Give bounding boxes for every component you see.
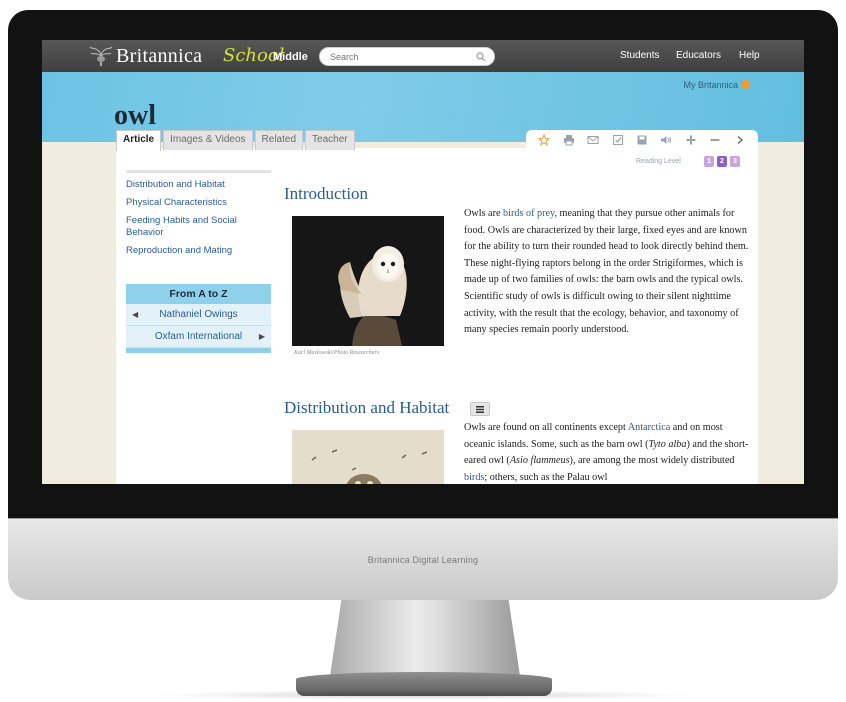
distribution-text-1: Owls are found on all continents except bbox=[464, 422, 626, 433]
section-toggle-button[interactable] bbox=[470, 402, 490, 416]
link-birds-of-prey[interactable]: birds of prey bbox=[503, 208, 554, 219]
level-label: Middle bbox=[273, 51, 308, 63]
chin-label: Britannica Digital Learning bbox=[367, 555, 479, 565]
star-icon[interactable] bbox=[537, 133, 551, 147]
my-britannica-icon bbox=[741, 80, 750, 89]
introduction-paragraph: Owls are birds of prey, meaning that the… bbox=[464, 206, 752, 339]
species-name-tyto: Tyto alba bbox=[648, 438, 687, 450]
my-britannica-label: My Britannica bbox=[683, 80, 738, 90]
monitor-chin: Britannica Digital Learning bbox=[8, 518, 838, 600]
owl-habitat-photo[interactable] bbox=[292, 430, 444, 484]
distribution-paragraph: Owls are found on all continents except … bbox=[464, 420, 752, 484]
distribution-text-4: ), are among the most widely distributed bbox=[569, 455, 735, 467]
search-icon[interactable] bbox=[476, 52, 486, 62]
nav-link-help[interactable]: Help bbox=[739, 50, 760, 61]
brand-wordmark[interactable]: Britannica bbox=[116, 45, 202, 68]
chevron-left-icon: ◀ bbox=[132, 310, 139, 319]
photo-credit: Karl Maslowski/Photo Researchers bbox=[294, 350, 380, 356]
nav-link-educators[interactable]: Educators bbox=[676, 50, 721, 61]
page-title: owl bbox=[114, 100, 156, 131]
toc-link-physical[interactable]: Physical Characteristics bbox=[126, 197, 271, 209]
tab-images-videos[interactable]: Images & Videos bbox=[163, 130, 253, 150]
barn-owl-photo[interactable] bbox=[292, 216, 444, 346]
reading-level-label: Reading Level bbox=[636, 158, 681, 165]
toc-link-reproduction[interactable]: Reproduction and Mating bbox=[126, 245, 271, 257]
thistle-logo-icon bbox=[89, 46, 113, 66]
tab-related[interactable]: Related bbox=[254, 130, 304, 150]
article-tabs: Article Images & Videos Related Teacher bbox=[116, 130, 355, 151]
save-icon[interactable] bbox=[635, 133, 649, 147]
monitor-stand bbox=[330, 600, 520, 676]
tab-article[interactable]: Article bbox=[116, 130, 162, 151]
toc-link-feeding[interactable]: Feeding Habits and Social Behavior bbox=[126, 215, 271, 239]
a-to-z-box: From A to Z ◀ Nathaniel Owings Oxfam Int… bbox=[126, 284, 271, 353]
zoom-in-icon[interactable] bbox=[684, 133, 698, 147]
table-of-contents: Distribution and Habitat Physical Charac… bbox=[126, 170, 271, 263]
a-to-z-previous[interactable]: ◀ Nathaniel Owings bbox=[126, 304, 271, 326]
print-icon[interactable] bbox=[562, 133, 576, 147]
a-to-z-footer bbox=[126, 348, 271, 353]
list-icon bbox=[476, 405, 484, 413]
search-input[interactable] bbox=[330, 50, 470, 64]
reading-level-1[interactable]: 1 bbox=[704, 156, 714, 167]
chevron-right-icon[interactable] bbox=[733, 133, 747, 147]
email-icon[interactable] bbox=[586, 133, 600, 147]
link-antarctica[interactable]: Antarctica bbox=[628, 422, 670, 433]
nav-link-students[interactable]: Students bbox=[620, 50, 659, 61]
my-britannica-link[interactable]: My Britannica bbox=[683, 80, 750, 90]
stand-shadow bbox=[150, 690, 696, 700]
intro-text-rest: , meaning that they pursue other animals… bbox=[464, 208, 749, 336]
intro-text: Owls are bbox=[464, 208, 501, 219]
tab-teacher[interactable]: Teacher bbox=[305, 130, 355, 150]
screen: Britannica School Middle Students Educat… bbox=[42, 40, 804, 484]
zoom-out-icon[interactable] bbox=[708, 133, 722, 147]
section-heading-distribution: Distribution and Habitat bbox=[284, 398, 450, 417]
reading-level-2[interactable]: 2 bbox=[717, 156, 727, 167]
search-box[interactable] bbox=[319, 47, 495, 66]
top-navigation-bar: Britannica School Middle Students Educat… bbox=[42, 40, 804, 72]
section-heading-introduction: Introduction bbox=[284, 184, 369, 203]
audio-icon[interactable] bbox=[659, 133, 673, 147]
chevron-right-icon: ▶ bbox=[258, 332, 265, 341]
toc-link-distribution[interactable]: Distribution and Habitat bbox=[126, 179, 271, 191]
checklist-icon[interactable] bbox=[611, 133, 625, 147]
a-to-z-next-label: Oxfam International bbox=[154, 331, 243, 342]
reading-level-3[interactable]: 3 bbox=[730, 156, 740, 167]
a-to-z-previous-label: Nathaniel Owings bbox=[159, 309, 238, 320]
species-name-asio: Asio flammeus bbox=[509, 455, 570, 467]
a-to-z-next[interactable]: Oxfam International ▶ bbox=[126, 326, 271, 348]
distribution-text-5: ; others, such as the Palau owl bbox=[484, 471, 608, 483]
link-birds[interactable]: birds bbox=[464, 472, 484, 483]
a-to-z-title: From A to Z bbox=[126, 284, 271, 304]
article-toolbar bbox=[526, 130, 758, 150]
